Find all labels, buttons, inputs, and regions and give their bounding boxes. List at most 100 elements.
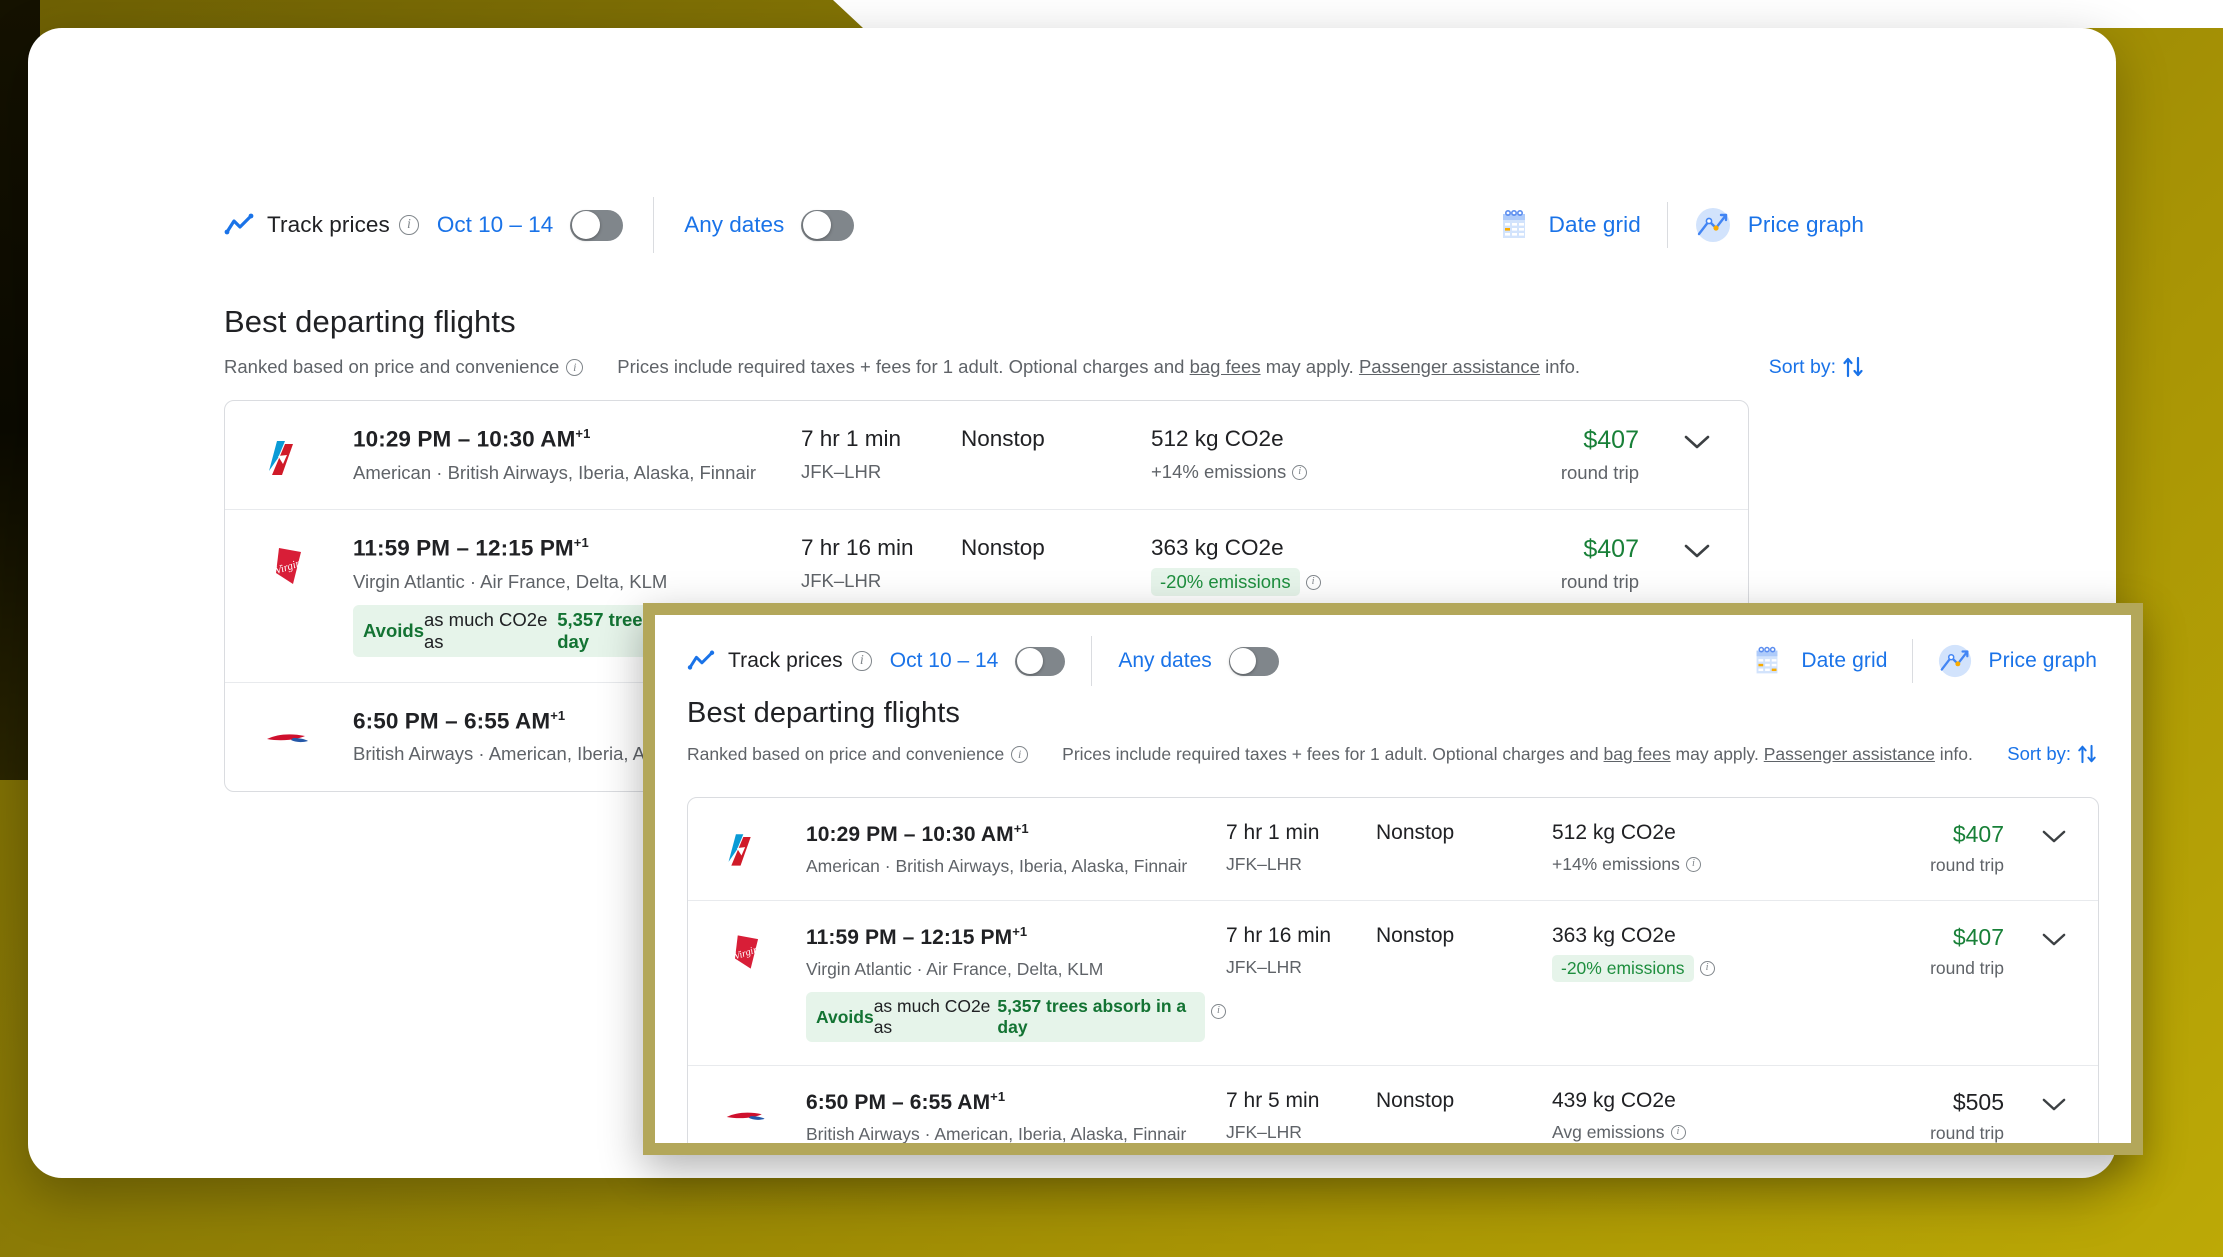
flight-stops: Nonstop	[1376, 1089, 1455, 1112]
inset-bag-fees-link[interactable]: bag fees	[1604, 744, 1671, 764]
price-graph-label: Price graph	[1747, 212, 1864, 237]
expand-flight-button[interactable]	[2010, 1089, 2098, 1112]
american-airlines-logo	[225, 426, 353, 483]
emissions-info-icon[interactable]: i	[1305, 574, 1321, 590]
expand-flight-button[interactable]	[2010, 821, 2098, 844]
flight-route: JFK–LHR	[801, 570, 882, 591]
date-range-label[interactable]: Oct 10 – 14	[437, 212, 553, 238]
flight-price-note: round trip	[1930, 1123, 2004, 1143]
inset-any-dates-label[interactable]: Any dates	[1118, 649, 1211, 673]
prices-note-part2: may apply.	[1260, 356, 1359, 377]
flight-duration-cell: 7 hr 1 min JFK–LHR	[801, 426, 961, 483]
flight-emissions-delta: -20% emissions i	[1552, 955, 1800, 982]
flight-emissions: 439 kg CO2e	[1552, 1089, 1676, 1112]
track-prices-info-icon[interactable]: i	[398, 215, 419, 235]
emissions-delta-badge: -20% emissions	[1552, 955, 1694, 982]
any-dates-toggle[interactable]	[801, 209, 855, 241]
inset-date-range-label[interactable]: Oct 10 – 14	[890, 649, 999, 673]
bag-fees-link[interactable]: bag fees	[1190, 356, 1261, 377]
prices-note-part3: info.	[1539, 356, 1581, 377]
flight-duration: 7 hr 5 min	[1226, 1089, 1320, 1112]
emissions-info-icon[interactable]: i	[1670, 1125, 1686, 1140]
inset-page-title: Best departing flights	[687, 697, 961, 729]
table-row[interactable]: 10:29 PM – 10:30 AM+1 American · British…	[225, 401, 1748, 510]
next-day-marker: +1	[990, 1089, 1006, 1104]
best-departing-section-header: Best departing flights Ranked based on p…	[224, 304, 1864, 380]
emissions-delta-text: Avg emissions	[1552, 1122, 1665, 1142]
flight-airlines: American · British Airways, Iberia, Alas…	[353, 461, 757, 483]
flight-price-cell: $505 round trip	[1800, 1089, 2010, 1143]
table-row[interactable]: Virgin 11:59 PM – 12:15 PM+1 Virgin Atla…	[688, 901, 2098, 1066]
expand-flight-button[interactable]	[1649, 535, 1745, 559]
inset-track-prices-label: Track prices	[728, 649, 843, 672]
inset-date-grid-button[interactable]: Date grid	[1749, 643, 1887, 679]
inset-price-graph-button[interactable]: Price graph	[1937, 643, 2098, 679]
inset-flights-toolbar: Track prices i Oct 10 – 14 Any dates Dat…	[687, 633, 2097, 689]
price-graph-icon	[1937, 643, 1973, 679]
price-graph-icon	[1694, 206, 1732, 244]
price-graph-button[interactable]: Price graph	[1694, 206, 1864, 244]
flight-airlines: Virgin Atlantic · Air France, Delta, KLM	[353, 570, 668, 592]
ranked-info-icon[interactable]: i	[566, 358, 584, 376]
zoom-inset-panel: Track prices i Oct 10 – 14 Any dates Dat…	[643, 603, 2143, 1155]
expand-flight-button[interactable]	[2010, 924, 2098, 947]
passenger-assistance-link[interactable]: Passenger assistance	[1359, 356, 1540, 377]
flight-price: $505	[1952, 1089, 2004, 1115]
emissions-info-icon[interactable]: i	[1685, 857, 1701, 872]
next-day-marker: +1	[1012, 924, 1028, 939]
sort-by-button[interactable]: Sort by:	[1769, 354, 1864, 380]
emissions-info-icon[interactable]: i	[1292, 464, 1308, 480]
track-prices-toggle[interactable]	[570, 209, 624, 241]
background-top-strip	[833, 0, 2223, 28]
inset-ranked-info-icon[interactable]: i	[1011, 745, 1029, 763]
expand-flight-button[interactable]	[1649, 426, 1745, 450]
emissions-delta-badge: -20% emissions	[1151, 568, 1300, 596]
inset-flight-results-list: 10:29 PM – 10:30 AM+1 American · British…	[687, 797, 2099, 1143]
eco-banner-strong: 5,357 trees absorb in a day	[997, 996, 1187, 1037]
flight-price-cell: $407 round trip	[1800, 821, 2010, 876]
flight-price: $407	[1952, 821, 2004, 847]
flight-stops-cell: Nonstop	[1376, 821, 1552, 845]
flight-emissions-cell: 512 kg CO2e +14% emissions i	[1151, 426, 1419, 483]
inset-any-dates-toggle[interactable]	[1228, 646, 1279, 676]
eco-banner-lead: Avoids	[816, 1006, 874, 1027]
chevron-down-icon	[2042, 829, 2066, 844]
inset-sort-by-button[interactable]: Sort by:	[2007, 742, 2097, 766]
inset-toolbar-divider	[1091, 636, 1093, 686]
any-dates-label[interactable]: Any dates	[684, 212, 784, 238]
calendar-icon	[1749, 643, 1785, 679]
flight-times-text: 11:59 PM – 12:15 PM	[353, 535, 574, 561]
toolbar-divider-2	[1666, 202, 1668, 248]
virgin-atlantic-logo: Virgin	[688, 924, 806, 976]
toggle-knob	[571, 211, 600, 239]
british-airways-logo	[688, 1089, 806, 1141]
flight-route: JFK–LHR	[1226, 1122, 1302, 1142]
flight-duration-cell: 7 hr 1 min JFK–LHR	[1226, 821, 1376, 875]
eco-banner-info-icon[interactable]: i	[1211, 1003, 1226, 1019]
flight-duration: 7 hr 16 min	[1226, 924, 1332, 947]
inset-date-grid-label: Date grid	[1801, 649, 1888, 672]
flight-route: JFK–LHR	[1226, 957, 1302, 977]
flight-emissions: 512 kg CO2e	[1151, 426, 1284, 451]
flight-duration-cell: 7 hr 5 min JFK–LHR	[1226, 1089, 1376, 1143]
inset-track-prices-info-icon[interactable]: i	[851, 651, 872, 671]
table-row[interactable]: 6:50 PM – 6:55 AM+1 British Airways · Am…	[688, 1066, 2098, 1143]
flight-times-text: 10:29 PM – 10:30 AM	[353, 426, 576, 452]
toolbar-right-group: Date grid Price graph	[1495, 202, 1864, 248]
zoom-inset-content: Track prices i Oct 10 – 14 Any dates Dat…	[655, 615, 2131, 1143]
inset-track-prices-toggle[interactable]	[1015, 646, 1066, 676]
flight-emissions-cell: 363 kg CO2e -20% emissions i	[1552, 924, 1800, 982]
emissions-info-icon[interactable]: i	[1699, 961, 1715, 976]
prices-note: Prices include required taxes + fees for…	[617, 356, 1580, 378]
inset-passenger-assistance-link[interactable]: Passenger assistance	[1764, 744, 1935, 764]
flight-stops: Nonstop	[961, 535, 1045, 560]
calendar-icon	[1495, 206, 1533, 244]
date-grid-button[interactable]: Date grid	[1495, 206, 1641, 244]
table-row[interactable]: 10:29 PM – 10:30 AM+1 American · British…	[688, 798, 2098, 901]
flight-airlines: Virgin Atlantic · Air France, Delta, KLM	[806, 959, 1104, 979]
flight-times: 6:50 PM – 6:55 AM+1	[806, 1089, 1226, 1115]
trend-line-icon	[224, 213, 267, 237]
chevron-down-icon	[2042, 1097, 2066, 1112]
ranked-note-text: Ranked based on price and convenience	[224, 356, 560, 377]
flight-emissions-delta: +14% emissions i	[1552, 854, 1800, 875]
